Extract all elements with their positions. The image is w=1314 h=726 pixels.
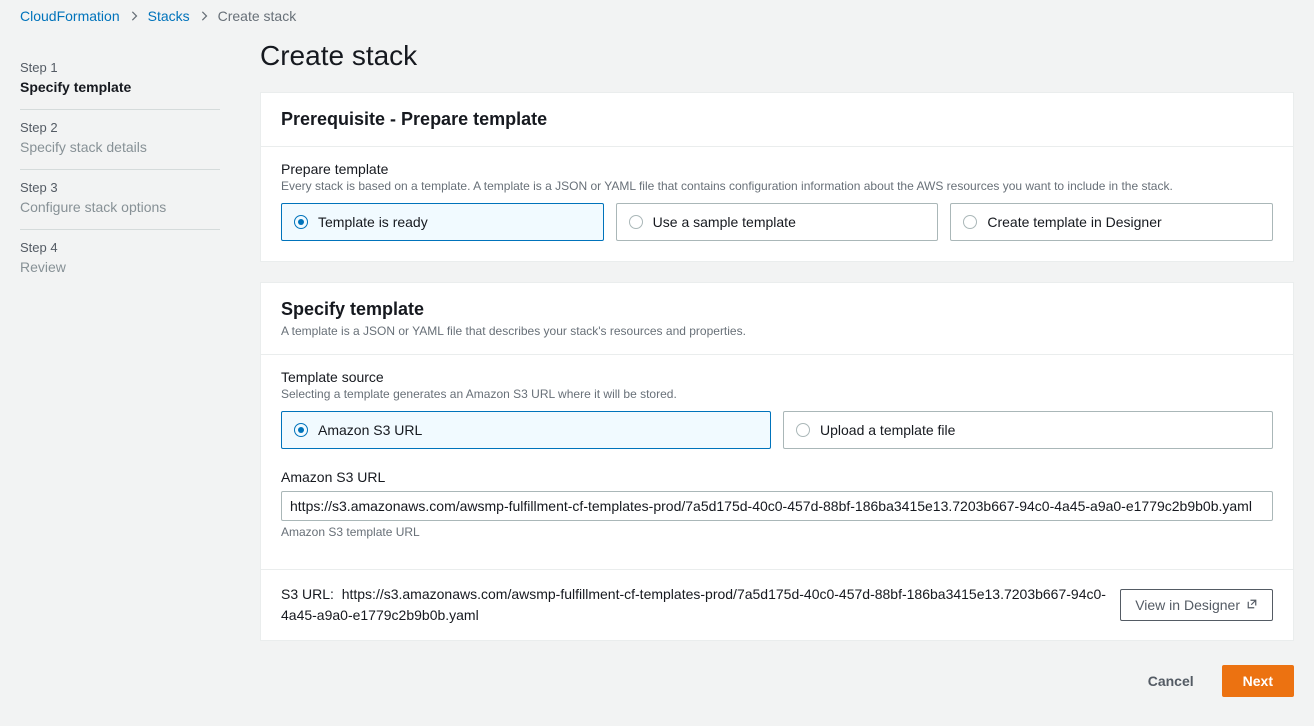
panel-title: Prerequisite - Prepare template bbox=[281, 109, 1273, 130]
panel-subtitle: A template is a JSON or YAML file that d… bbox=[281, 324, 1273, 338]
form-actions: Cancel Next bbox=[260, 661, 1294, 697]
option-upload-file[interactable]: Upload a template file bbox=[783, 411, 1273, 449]
field-label: Template source bbox=[281, 369, 1273, 385]
page-title: Create stack bbox=[260, 40, 1294, 72]
s3-url-display: S3 URL: https://s3.amazonaws.com/awsmp-f… bbox=[281, 584, 1108, 626]
wizard-steps: Step 1 Specify template Step 2 Specify s… bbox=[20, 32, 220, 697]
option-amazon-s3-url[interactable]: Amazon S3 URL bbox=[281, 411, 771, 449]
step-specify-template[interactable]: Step 1 Specify template bbox=[20, 50, 220, 110]
breadcrumb-parent[interactable]: Stacks bbox=[148, 8, 190, 24]
option-label: Create template in Designer bbox=[987, 214, 1161, 230]
step-number: Step 2 bbox=[20, 120, 220, 135]
radio-icon bbox=[796, 423, 810, 437]
option-create-designer[interactable]: Create template in Designer bbox=[950, 203, 1273, 241]
chevron-right-icon bbox=[130, 8, 138, 24]
step-number: Step 3 bbox=[20, 180, 220, 195]
external-link-icon bbox=[1246, 596, 1258, 614]
cancel-button[interactable]: Cancel bbox=[1132, 665, 1210, 697]
s3-url-value: https://s3.amazonaws.com/awsmp-fulfillme… bbox=[281, 586, 1106, 623]
field-label: Prepare template bbox=[281, 161, 1273, 177]
step-title: Specify template bbox=[20, 79, 220, 95]
step-title: Configure stack options bbox=[20, 199, 220, 215]
field-help: Every stack is based on a template. A te… bbox=[281, 179, 1273, 193]
s3-url-input[interactable] bbox=[281, 491, 1273, 521]
step-review: Step 4 Review bbox=[20, 230, 220, 289]
option-template-ready[interactable]: Template is ready bbox=[281, 203, 604, 241]
option-label: Template is ready bbox=[318, 214, 428, 230]
s3-url-help: Amazon S3 template URL bbox=[281, 525, 1273, 539]
step-number: Step 4 bbox=[20, 240, 220, 255]
button-label: View in Designer bbox=[1135, 596, 1240, 614]
chevron-right-icon bbox=[200, 8, 208, 24]
step-number: Step 1 bbox=[20, 60, 220, 75]
step-specify-details: Step 2 Specify stack details bbox=[20, 110, 220, 170]
option-label: Use a sample template bbox=[653, 214, 796, 230]
field-help: Selecting a template generates an Amazon… bbox=[281, 387, 1273, 401]
step-title: Review bbox=[20, 259, 220, 275]
prerequisite-panel: Prerequisite - Prepare template Prepare … bbox=[260, 92, 1294, 262]
breadcrumb-current: Create stack bbox=[218, 8, 297, 24]
option-label: Amazon S3 URL bbox=[318, 422, 422, 438]
radio-icon bbox=[963, 215, 977, 229]
breadcrumb-root[interactable]: CloudFormation bbox=[20, 8, 120, 24]
s3-url-label: Amazon S3 URL bbox=[281, 469, 1273, 485]
specify-template-panel: Specify template A template is a JSON or… bbox=[260, 282, 1294, 641]
step-configure-options: Step 3 Configure stack options bbox=[20, 170, 220, 230]
step-title: Specify stack details bbox=[20, 139, 220, 155]
next-button[interactable]: Next bbox=[1222, 665, 1294, 697]
radio-icon bbox=[294, 215, 308, 229]
radio-icon bbox=[629, 215, 643, 229]
view-in-designer-button[interactable]: View in Designer bbox=[1120, 589, 1273, 621]
breadcrumb: CloudFormation Stacks Create stack bbox=[0, 0, 1314, 32]
s3-url-prefix: S3 URL: bbox=[281, 586, 334, 602]
option-use-sample[interactable]: Use a sample template bbox=[616, 203, 939, 241]
radio-icon bbox=[294, 423, 308, 437]
option-label: Upload a template file bbox=[820, 422, 955, 438]
panel-title: Specify template bbox=[281, 299, 1273, 320]
